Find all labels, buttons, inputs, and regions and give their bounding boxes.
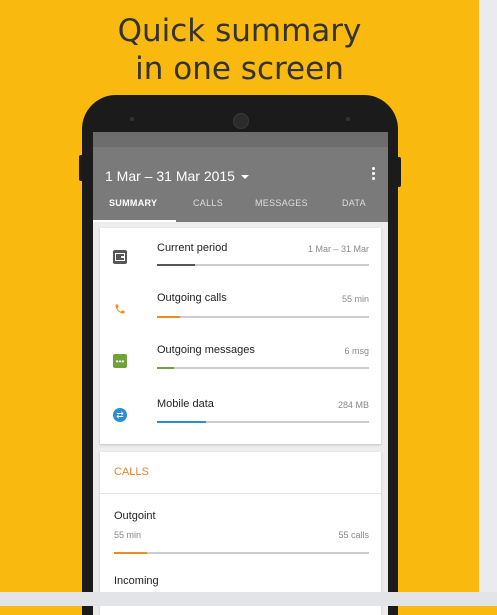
row-title: Outgoing messages [157, 344, 255, 356]
progress-track [157, 421, 369, 423]
more-vert-icon[interactable] [372, 167, 376, 183]
tab-data[interactable]: DATA [342, 198, 366, 208]
progress-track [157, 264, 369, 266]
date-range-selector[interactable]: 1 Mar – 31 Mar 2015 [105, 168, 249, 184]
progress-fill [157, 264, 196, 266]
calls-section-header: CALLS [114, 466, 149, 478]
proximity-sensor [130, 117, 134, 121]
outgoing-calls-fill [114, 552, 148, 554]
front-camera-icon [233, 113, 249, 129]
date-range-label: 1 Mar – 31 Mar 2015 [105, 168, 235, 184]
row-title: Current period [157, 242, 228, 254]
message-icon: ••• [113, 354, 127, 368]
caret-down-icon [240, 175, 249, 180]
wallet-icon [113, 250, 127, 264]
phone-icon [113, 302, 127, 316]
volume-button [79, 155, 83, 181]
progress-fill [157, 316, 181, 318]
progress-fill [157, 421, 206, 423]
status-bar [93, 132, 388, 147]
row-value: 6 msg [344, 346, 369, 356]
progress-fill [157, 367, 174, 369]
progress-track [157, 367, 369, 369]
app-bar: 1 Mar – 31 Mar 2015 SUMMARY CALLS MESSAG… [93, 147, 388, 222]
headline: Quick summary in one screen [0, 12, 479, 88]
progress-track [157, 316, 369, 318]
tab-messages[interactable]: MESSAGES [255, 198, 308, 208]
phone-frame: 1 Mar – 31 Mar 2015 SUMMARY CALLS MESSAG… [79, 95, 401, 615]
row-value: 55 min [341, 294, 369, 304]
outgoing-calls-count: 55 calls [338, 530, 369, 540]
tab-bar: SUMMARY CALLS MESSAGES DATA [93, 196, 388, 222]
outgoing-minutes: 55 min [114, 530, 142, 540]
summary-row-current-period[interactable]: Current period 1 Mar – 31 Mar [100, 230, 381, 282]
tab-indicator [93, 220, 176, 222]
screen: 1 Mar – 31 Mar 2015 SUMMARY CALLS MESSAG… [93, 132, 388, 615]
row-value: 1 Mar – 31 Mar [307, 244, 369, 254]
bottom-strip [0, 592, 497, 606]
calls-outgoing-row[interactable]: Outgoint 55 min 55 calls [100, 494, 381, 558]
globe-icon: ⇄ [113, 408, 127, 422]
calls-card: CALLS Outgoint 55 min 55 calls Incoming [100, 452, 381, 615]
row-title: Outgoing calls [157, 292, 227, 304]
summary-row-outgoing-calls[interactable]: Outgoing calls 55 min [100, 282, 381, 334]
tab-summary[interactable]: SUMMARY [109, 198, 157, 208]
row-value: 284 MB [337, 400, 369, 410]
light-sensor [346, 117, 350, 121]
right-edge [479, 0, 497, 592]
incoming-calls-title[interactable]: Incoming [114, 575, 159, 587]
summary-row-mobile-data[interactable]: ⇄ Mobile data 284 MB [100, 388, 381, 440]
row-title: Mobile data [157, 398, 214, 410]
outgoing-calls-title: Outgoint [114, 510, 156, 522]
summary-card: Current period 1 Mar – 31 Mar Outgoing c… [100, 228, 381, 444]
headline-line-1: Quick summary [117, 13, 362, 49]
outgoing-calls-track [114, 552, 369, 554]
summary-row-outgoing-messages[interactable]: ••• Outgoing messages 6 msg [100, 336, 381, 388]
headline-line-2: in one screen [135, 51, 344, 87]
power-button [397, 157, 401, 187]
tab-calls[interactable]: CALLS [193, 198, 223, 208]
